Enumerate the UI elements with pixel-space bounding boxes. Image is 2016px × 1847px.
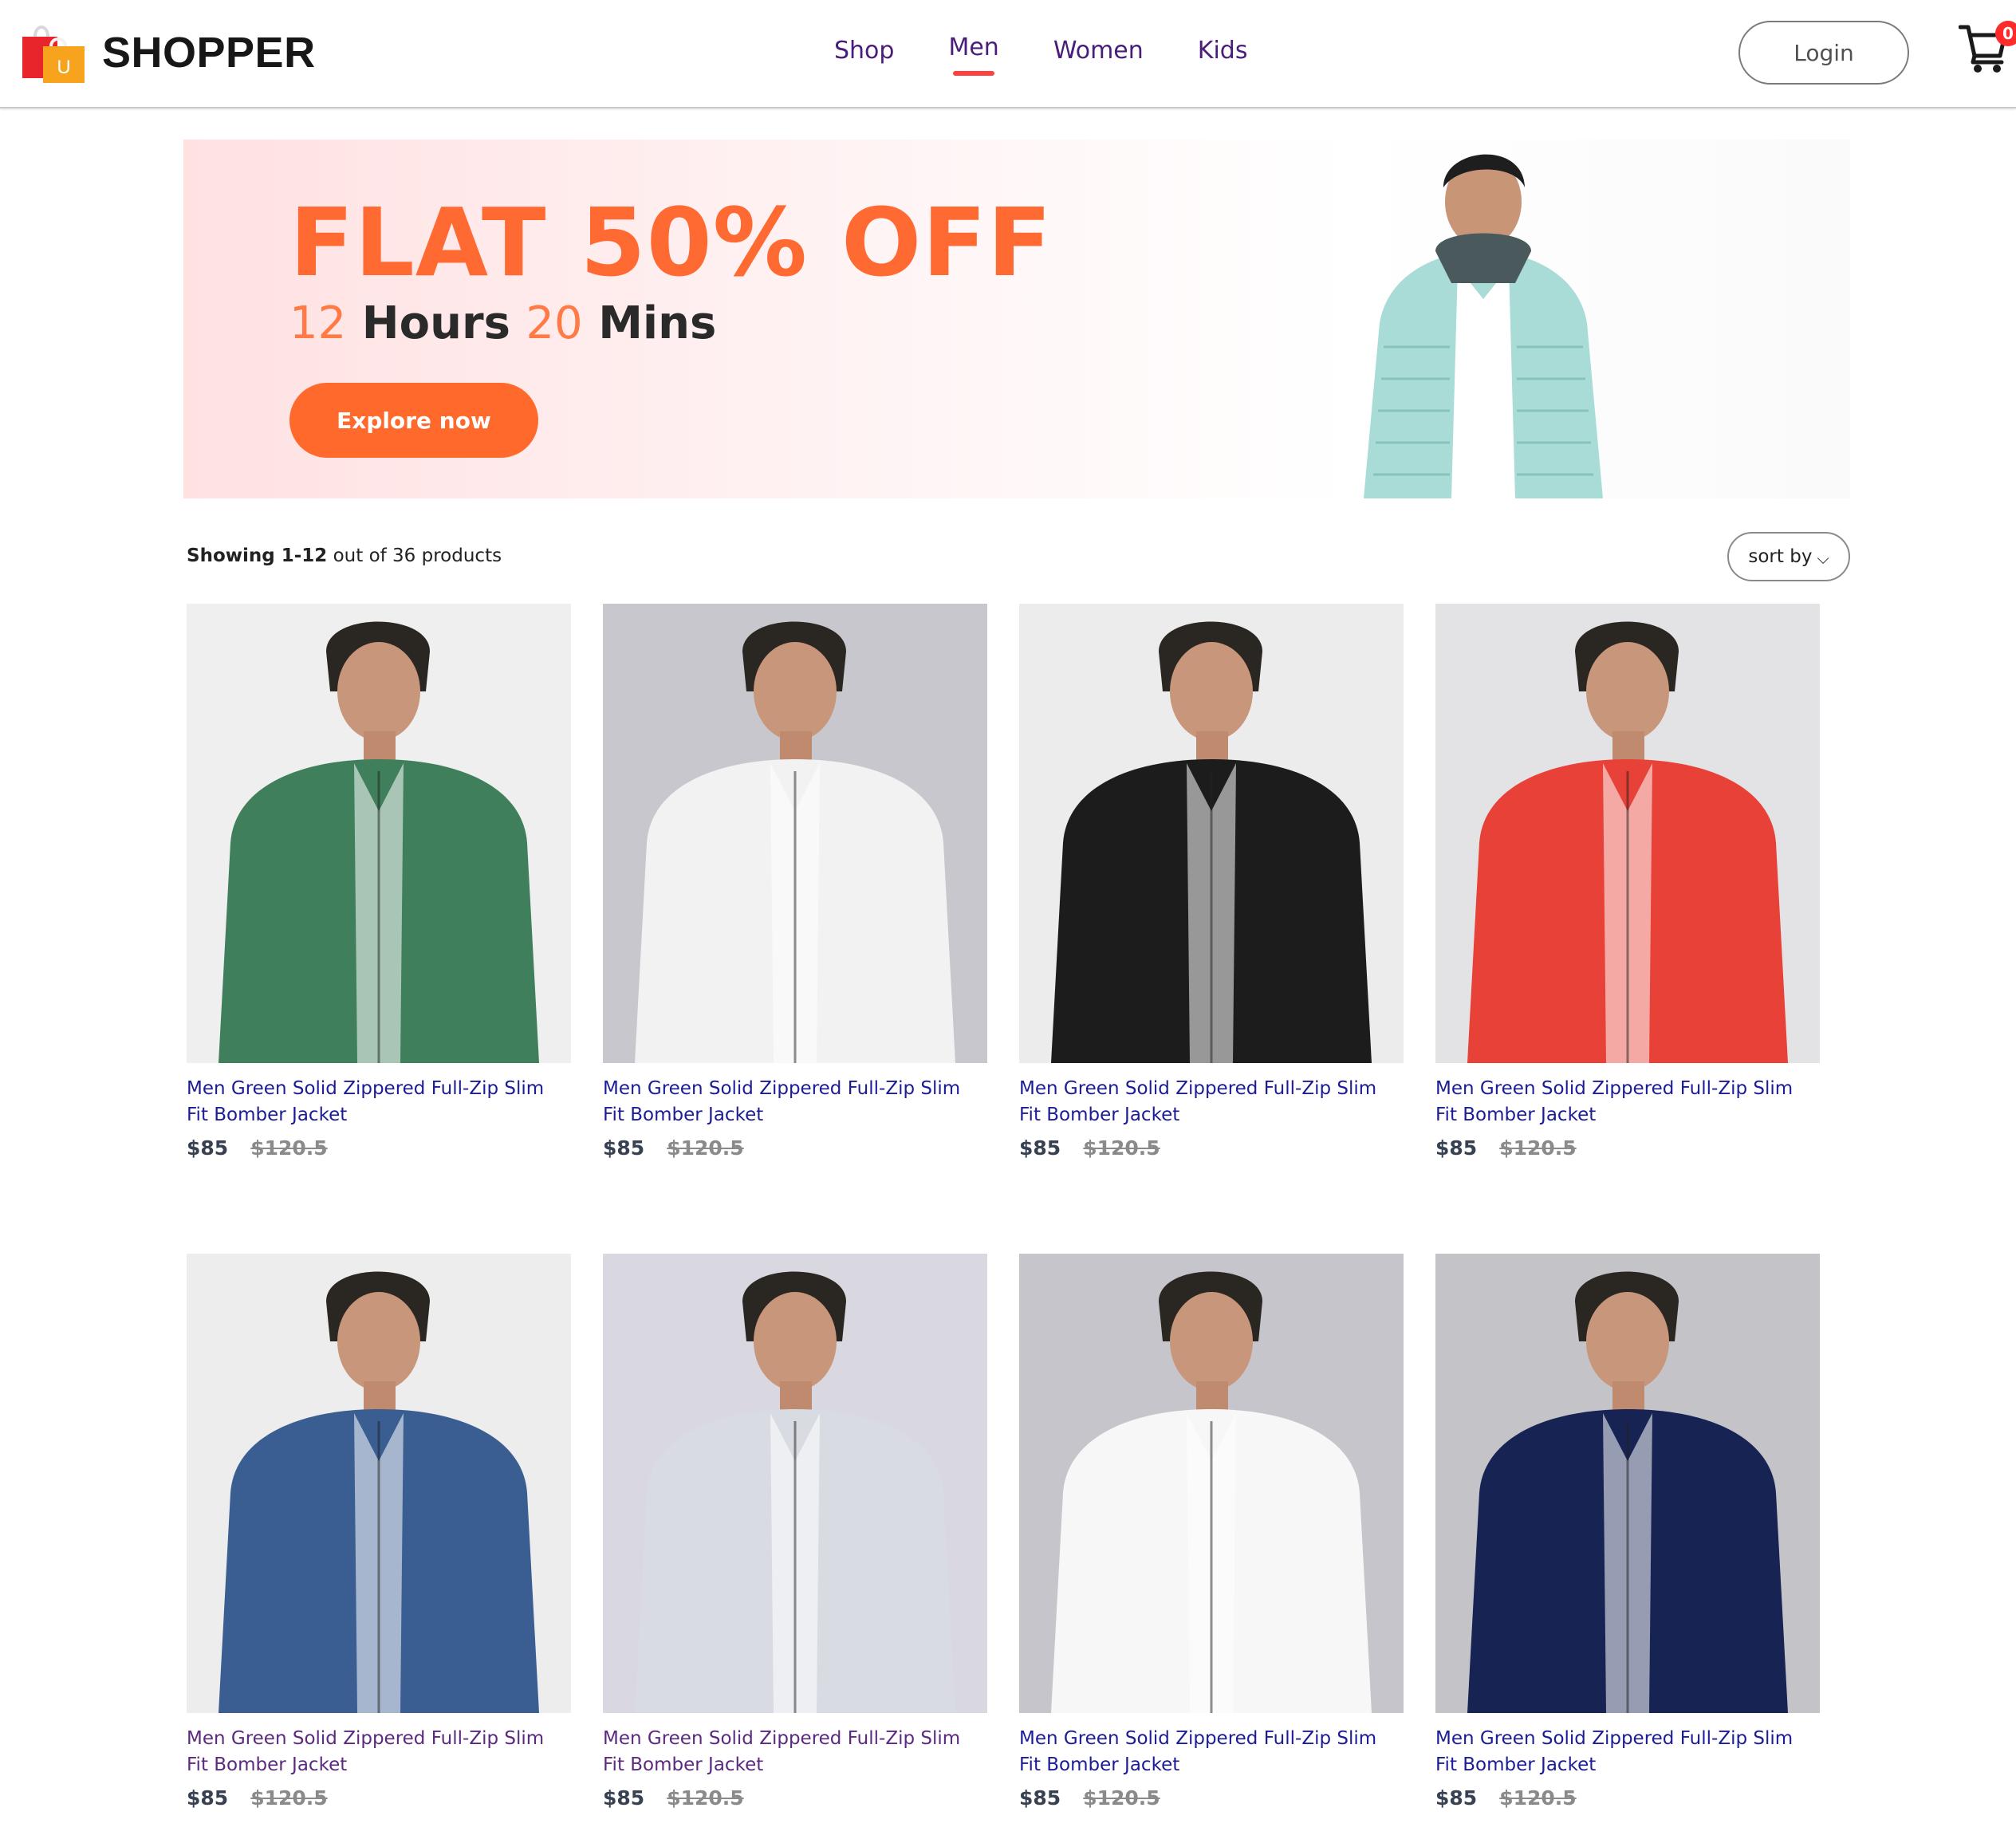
product-image[interactable]: [1019, 604, 1404, 1063]
product-image[interactable]: [1435, 1254, 1820, 1713]
product-image[interactable]: [1435, 604, 1820, 1063]
product-card[interactable]: Men Green Solid Zippered Full-Zip Slim F…: [187, 1254, 571, 1810]
product-name[interactable]: Men Green Solid Zippered Full-Zip Slim F…: [187, 1076, 571, 1128]
product-prices: $85 $120.5: [603, 1136, 987, 1160]
product-price: $85: [1435, 1786, 1478, 1810]
timer-hours-label: Hours: [361, 297, 510, 349]
active-underline: [953, 71, 994, 76]
product-card[interactable]: Men Green Solid Zippered Full-Zip Slim F…: [1435, 1254, 1820, 1810]
product-name[interactable]: Men Green Solid Zippered Full-Zip Slim F…: [603, 1726, 987, 1778]
nav-item-men[interactable]: Men: [948, 33, 999, 76]
timer-mins-value: 20: [526, 297, 583, 349]
product-prices: $85 $120.5: [1435, 1136, 1820, 1160]
product-name[interactable]: Men Green Solid Zippered Full-Zip Slim F…: [603, 1076, 987, 1128]
product-card[interactable]: Men Green Solid Zippered Full-Zip Slim F…: [1019, 1254, 1404, 1810]
product-old-price: $120.5: [1499, 1136, 1577, 1160]
product-old-price: $120.5: [250, 1136, 328, 1160]
product-price: $85: [603, 1136, 645, 1160]
product-old-price: $120.5: [667, 1786, 744, 1810]
product-image[interactable]: [603, 604, 987, 1063]
nav-item-shop[interactable]: Shop: [834, 37, 894, 65]
login-button[interactable]: Login: [1738, 21, 1909, 85]
shopping-bag-icon: U: [22, 26, 85, 83]
product-prices: $85 $120.5: [1019, 1136, 1404, 1160]
product-price: $85: [1019, 1786, 1061, 1810]
product-prices: $85 $120.5: [187, 1786, 571, 1810]
banner-model-image: [1364, 154, 1603, 498]
product-card[interactable]: Men Green Solid Zippered Full-Zip Slim F…: [1435, 604, 1820, 1160]
product-name[interactable]: Men Green Solid Zippered Full-Zip Slim F…: [1019, 1076, 1404, 1128]
product-name[interactable]: Men Green Solid Zippered Full-Zip Slim F…: [1435, 1076, 1820, 1128]
product-card[interactable]: Men Green Solid Zippered Full-Zip Slim F…: [603, 604, 987, 1160]
timer-mins-label: Mins: [598, 297, 717, 349]
svg-text:U: U: [57, 57, 70, 78]
explore-now-button[interactable]: Explore now: [289, 383, 538, 458]
navbar: U SHOPPER Shop Men Women Kids Login 0: [0, 0, 2016, 108]
nav-label: Men: [948, 33, 999, 61]
sort-label: sort by: [1748, 546, 1813, 567]
product-price: $85: [1019, 1136, 1061, 1160]
product-image[interactable]: [187, 604, 571, 1063]
product-image[interactable]: [603, 1254, 987, 1713]
product-old-price: $120.5: [1499, 1786, 1577, 1810]
results-total: out of 36 products: [333, 545, 502, 566]
product-name[interactable]: Men Green Solid Zippered Full-Zip Slim F…: [187, 1726, 571, 1778]
main-nav: Shop Men Women Kids: [834, 33, 1248, 76]
banner-timer: 12 Hours 20 Mins: [289, 297, 716, 349]
nav-item-women[interactable]: Women: [1053, 37, 1144, 65]
chevron-down-icon: ⌵: [1817, 549, 1829, 568]
product-old-price: $120.5: [250, 1786, 328, 1810]
product-old-price: $120.5: [667, 1136, 744, 1160]
results-count: Showing 1-12 out of 36 products: [187, 545, 502, 566]
brand-name: SHOPPER: [102, 29, 316, 77]
product-prices: $85 $120.5: [603, 1786, 987, 1810]
results-range: Showing 1-12: [187, 545, 328, 566]
nav-label: Kids: [1197, 37, 1248, 65]
sort-by-dropdown[interactable]: sort by ⌵: [1727, 532, 1850, 581]
timer-hours-value: 12: [289, 297, 347, 349]
product-card[interactable]: Men Green Solid Zippered Full-Zip Slim F…: [603, 1254, 987, 1810]
product-name[interactable]: Men Green Solid Zippered Full-Zip Slim F…: [1435, 1726, 1820, 1778]
product-price: $85: [1435, 1136, 1478, 1160]
logo[interactable]: U SHOPPER: [19, 19, 316, 86]
product-image[interactable]: [187, 1254, 571, 1713]
product-card[interactable]: Men Green Solid Zippered Full-Zip Slim F…: [187, 604, 571, 1160]
product-prices: $85 $120.5: [187, 1136, 571, 1160]
product-old-price: $120.5: [1083, 1136, 1160, 1160]
cart-count-badge: 0: [1995, 21, 2016, 46]
product-price: $85: [187, 1786, 229, 1810]
cart-button[interactable]: 0: [1959, 21, 2016, 73]
product-name[interactable]: Men Green Solid Zippered Full-Zip Slim F…: [1019, 1726, 1404, 1778]
product-price: $85: [603, 1786, 645, 1810]
product-old-price: $120.5: [1083, 1786, 1160, 1810]
product-prices: $85 $120.5: [1019, 1786, 1404, 1810]
nav-label: Women: [1053, 37, 1144, 65]
banner-headline: FLAT 50% OFF: [289, 187, 1053, 297]
product-image[interactable]: [1019, 1254, 1404, 1713]
product-price: $85: [187, 1136, 229, 1160]
product-card[interactable]: Men Green Solid Zippered Full-Zip Slim F…: [1019, 604, 1404, 1160]
product-prices: $85 $120.5: [1435, 1786, 1820, 1810]
nav-label: Shop: [834, 37, 895, 65]
promo-banner: FLAT 50% OFF 12 Hours 20 Mins Explore no…: [183, 140, 1850, 498]
nav-item-kids[interactable]: Kids: [1198, 37, 1248, 65]
